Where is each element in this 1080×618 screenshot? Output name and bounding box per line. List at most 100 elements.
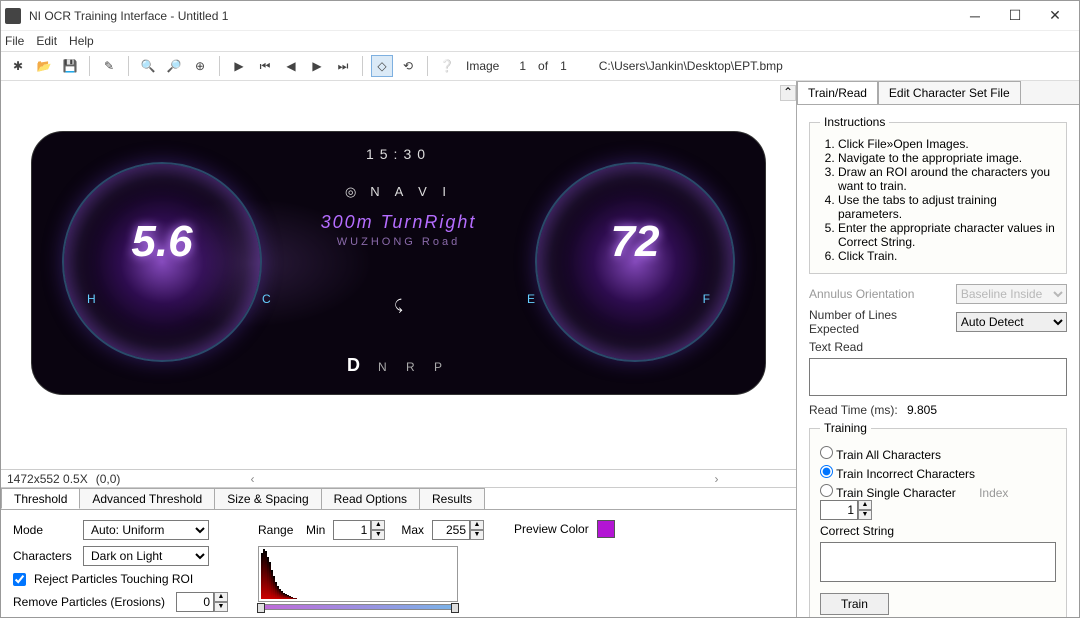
- zoom-fit-icon[interactable]: ⊕: [189, 55, 211, 77]
- min-input[interactable]: [333, 520, 371, 540]
- index-stepper[interactable]: ▲▼: [820, 500, 872, 520]
- right-column: Train/Read Edit Character Set File Instr…: [797, 81, 1079, 617]
- textread-label: Text Read: [809, 340, 949, 354]
- title-bar: NI OCR Training Interface - Untitled 1 ─…: [1, 1, 1079, 31]
- mode-select[interactable]: Auto: Uniform: [83, 520, 209, 540]
- tab-read-options[interactable]: Read Options: [321, 488, 420, 509]
- histogram-slider[interactable]: [258, 604, 458, 610]
- characters-select[interactable]: Dark on Light: [83, 546, 209, 566]
- help-icon[interactable]: ❔: [436, 55, 458, 77]
- gauge-right: 72: [535, 162, 735, 362]
- instructions-legend: Instructions: [820, 115, 889, 129]
- erosions-stepper[interactable]: ▲▼: [176, 592, 228, 612]
- image-label: Image: [466, 59, 499, 73]
- app-icon: [5, 8, 21, 24]
- last-icon[interactable]: ⏭: [332, 55, 354, 77]
- page-total: 1: [560, 59, 567, 73]
- window-title: NI OCR Training Interface - Untitled 1: [29, 9, 955, 23]
- dash-turn: 300m TurnRight: [321, 212, 477, 233]
- erosions-input[interactable]: [176, 592, 214, 612]
- histogram: [258, 546, 458, 602]
- slider-handle-right[interactable]: [451, 603, 459, 613]
- first-icon[interactable]: ⏮: [254, 55, 276, 77]
- gauge-label-c: C: [262, 292, 271, 306]
- maximize-button[interactable]: ☐: [995, 2, 1035, 30]
- dash-road: WUZHONG Road: [337, 236, 460, 248]
- step-up-icon[interactable]: ▲: [214, 592, 228, 602]
- instr-2: Navigate to the appropriate image.: [838, 151, 1056, 165]
- tab-edit-char-set[interactable]: Edit Character Set File: [878, 81, 1021, 104]
- separator: [219, 56, 220, 76]
- menu-help[interactable]: Help: [69, 34, 94, 48]
- reject-particles-checkbox[interactable]: [13, 573, 26, 586]
- max-input[interactable]: [432, 520, 470, 540]
- lines-select[interactable]: Auto Detect: [956, 312, 1067, 332]
- new-icon[interactable]: ✱: [7, 55, 29, 77]
- cursor-pos: (0,0): [96, 472, 121, 486]
- next-icon[interactable]: ▶: [306, 55, 328, 77]
- tab-threshold[interactable]: Threshold: [1, 488, 80, 509]
- page-current: 1: [519, 59, 526, 73]
- image-area[interactable]: ⌃ 15:30 N A V I 300m TurnRight WUZHONG R…: [1, 81, 796, 469]
- gauge-right-value: 72: [535, 217, 735, 267]
- zoom-in-icon[interactable]: 🔍: [137, 55, 159, 77]
- instr-4: Use the tabs to adjust training paramete…: [838, 193, 1056, 221]
- gauge-left-value: 5.6: [62, 217, 262, 267]
- roi-rect-icon[interactable]: ◇: [371, 55, 393, 77]
- instr-6: Click Train.: [838, 249, 1056, 263]
- minimize-button[interactable]: ─: [955, 2, 995, 30]
- radio-train-incorrect[interactable]: Train Incorrect Characters: [820, 465, 1056, 481]
- scroll-up-icon[interactable]: ⌃: [780, 85, 796, 101]
- tab-advanced-threshold[interactable]: Advanced Threshold: [79, 488, 215, 509]
- step-down-icon[interactable]: ▼: [214, 602, 228, 612]
- preview-color-label: Preview Color: [514, 522, 589, 536]
- text-read-area[interactable]: [809, 358, 1067, 396]
- train-button[interactable]: Train: [820, 593, 889, 615]
- dash-time: 15:30: [366, 146, 431, 162]
- wand-icon[interactable]: ✎: [98, 55, 120, 77]
- content-area: ⌃ 15:30 N A V I 300m TurnRight WUZHONG R…: [1, 81, 1079, 617]
- radio-train-single[interactable]: Train Single Character Index ▲▼: [820, 484, 1056, 520]
- play-icon[interactable]: ▶: [228, 55, 250, 77]
- gauge-left: 5.6: [62, 162, 262, 362]
- readtime-label: Read Time (ms):: [809, 403, 899, 417]
- reject-label: Reject Particles Touching ROI: [34, 572, 193, 586]
- menu-edit[interactable]: Edit: [36, 34, 57, 48]
- train-read-panel: Instructions Click File»Open Images. Nav…: [797, 105, 1079, 617]
- tab-results[interactable]: Results: [419, 488, 485, 509]
- instr-1: Click File»Open Images.: [838, 137, 1056, 151]
- tab-train-read[interactable]: Train/Read: [797, 81, 878, 104]
- separator: [128, 56, 129, 76]
- gauge-label-f: F: [703, 292, 710, 306]
- roi-rotate-icon[interactable]: ⟲: [397, 55, 419, 77]
- prev-icon[interactable]: ◀: [280, 55, 302, 77]
- instr-5: Enter the appropriate character values i…: [838, 221, 1056, 249]
- preview-color-swatch[interactable]: [597, 520, 615, 538]
- zoom-level: 1472x552 0.5X: [7, 472, 88, 486]
- tab-size-spacing[interactable]: Size & Spacing: [214, 488, 321, 509]
- right-tabs: Train/Read Edit Character Set File: [797, 81, 1079, 105]
- hscroll[interactable]: ‹›: [250, 472, 718, 486]
- gauge-label-h: H: [87, 292, 96, 306]
- max-stepper[interactable]: ▲▼: [432, 520, 484, 540]
- characters-label: Characters: [13, 549, 75, 563]
- menu-file[interactable]: File: [5, 34, 24, 48]
- zoom-out-icon[interactable]: 🔎: [163, 55, 185, 77]
- max-label: Max: [401, 523, 424, 537]
- radio-train-all[interactable]: Train All Characters: [820, 446, 1056, 462]
- open-icon[interactable]: 📂: [33, 55, 55, 77]
- mode-label: Mode: [13, 523, 75, 537]
- save-icon[interactable]: 💾: [59, 55, 81, 77]
- min-stepper[interactable]: ▲▼: [333, 520, 385, 540]
- index-input[interactable]: [820, 500, 858, 520]
- toolbar: ✱ 📂 💾 ✎ 🔍 🔎 ⊕ ▶ ⏮ ◀ ▶ ⏭ ◇ ⟲ ❔ Image 1 of…: [1, 51, 1079, 81]
- range-label: Range: [258, 523, 298, 537]
- dashboard-preview: 15:30 N A V I 300m TurnRight WUZHONG Roa…: [31, 131, 766, 395]
- close-button[interactable]: ✕: [1035, 2, 1075, 30]
- instructions-group: Instructions Click File»Open Images. Nav…: [809, 115, 1067, 274]
- slider-handle-left[interactable]: [257, 603, 265, 613]
- page-of: of: [538, 59, 548, 73]
- erosions-label: Remove Particles (Erosions): [13, 595, 168, 609]
- correct-string-area[interactable]: [820, 542, 1056, 582]
- threshold-panel: Mode Auto: Uniform Characters Dark on Li…: [1, 509, 796, 617]
